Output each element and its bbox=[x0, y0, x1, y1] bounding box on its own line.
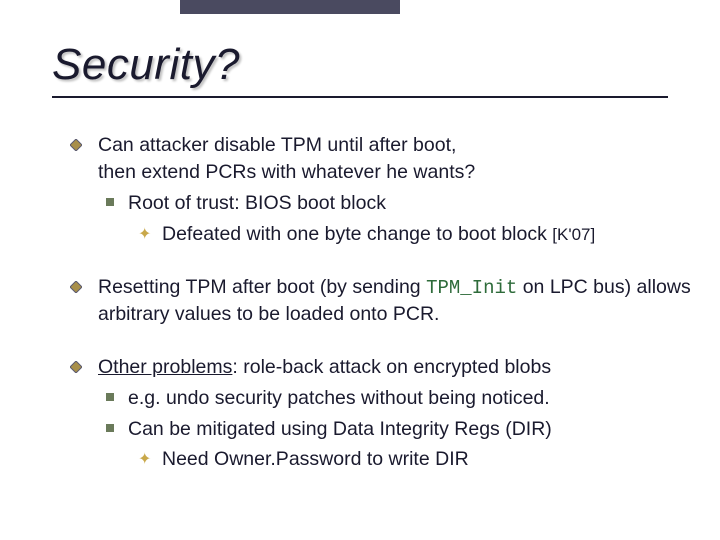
slide-body: Can attacker disable TPM until after boo… bbox=[70, 132, 696, 499]
bullet-l2: Root of trust: BIOS boot block bbox=[70, 190, 696, 217]
text-line: then extend PCRs with whatever he wants? bbox=[98, 161, 475, 183]
citation: [K'07] bbox=[552, 225, 595, 244]
slide-title: Security? bbox=[52, 40, 668, 90]
title-area: Security? bbox=[52, 40, 668, 98]
text-rest: : role-back attack on encrypted blobs bbox=[232, 356, 551, 378]
square-bullet-icon bbox=[106, 393, 114, 401]
bullet-l1: Other problems: role-back attack on encr… bbox=[70, 354, 696, 381]
bullet-l3: ✦ Need Owner.Password to write DIR bbox=[70, 446, 696, 473]
text-line: Need Owner.Password to write DIR bbox=[162, 448, 469, 470]
text-line: Root of trust: BIOS boot block bbox=[128, 192, 386, 214]
bullet-l1: Resetting TPM after boot (by sending TPM… bbox=[70, 274, 696, 328]
text-line: Can be mitigated using Data Integrity Re… bbox=[128, 418, 552, 440]
bullet-l1: Can attacker disable TPM until after boo… bbox=[70, 132, 696, 186]
decorative-top-bar bbox=[180, 0, 400, 14]
diamond-bullet-icon bbox=[70, 361, 82, 373]
text-line: e.g. undo security patches without being… bbox=[128, 387, 550, 409]
text-line: Can attacker disable TPM until after boo… bbox=[98, 134, 456, 156]
square-bullet-icon bbox=[106, 424, 114, 432]
bullet-block-1: Can attacker disable TPM until after boo… bbox=[70, 132, 696, 248]
text-pre: Resetting TPM after boot (by sending bbox=[98, 276, 426, 298]
text-line: Defeated with one byte change to boot bl… bbox=[162, 223, 547, 245]
square-bullet-icon bbox=[106, 198, 114, 206]
bullet-l2: e.g. undo security patches without being… bbox=[70, 385, 696, 412]
title-divider bbox=[52, 96, 668, 98]
star-bullet-icon: ✦ bbox=[138, 227, 151, 243]
star-bullet-icon: ✦ bbox=[138, 452, 151, 468]
slide: Security? Can attacker disable TPM until… bbox=[0, 0, 720, 540]
underlined-label: Other problems bbox=[98, 356, 232, 378]
bullet-l3: ✦ Defeated with one byte change to boot … bbox=[70, 221, 696, 248]
diamond-bullet-icon bbox=[70, 281, 82, 293]
bullet-block-3: Other problems: role-back attack on encr… bbox=[70, 354, 696, 474]
diamond-bullet-icon bbox=[70, 139, 82, 151]
monospace-term: TPM_Init bbox=[426, 277, 517, 299]
bullet-block-2: Resetting TPM after boot (by sending TPM… bbox=[70, 274, 696, 328]
bullet-l2: Can be mitigated using Data Integrity Re… bbox=[70, 416, 696, 443]
